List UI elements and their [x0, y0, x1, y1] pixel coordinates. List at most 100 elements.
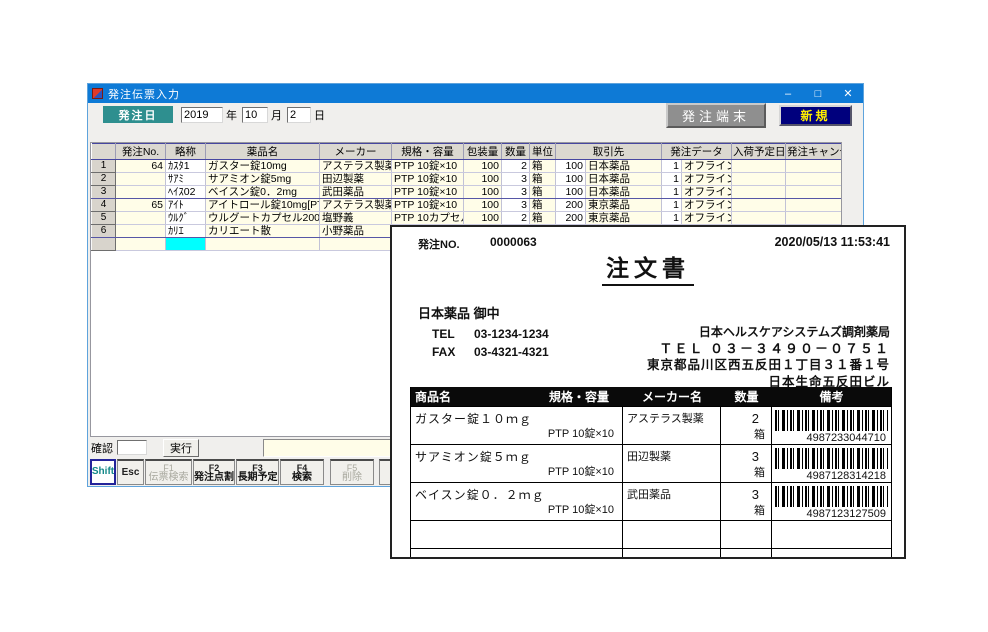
vendor-code-cell[interactable]: 100	[556, 186, 586, 199]
maker-cell[interactable]: 小野薬品	[320, 225, 392, 238]
fkey-f4[interactable]: F4 検索	[280, 459, 324, 485]
maker-cell[interactable]: 塩野義	[320, 212, 392, 225]
unit-cell[interactable]: 箱	[530, 186, 556, 199]
spec-cell[interactable]: PTP 10カプセル×10	[392, 212, 464, 225]
vendor-code-cell[interactable]: 100	[556, 160, 586, 173]
row-number-cell[interactable]: 6	[92, 225, 116, 238]
spec-cell[interactable]: PTP 10錠×10	[392, 186, 464, 199]
confirm-input[interactable]	[117, 440, 147, 455]
order-data-code-cell[interactable]: 1	[662, 160, 682, 173]
abbr-cell[interactable]	[166, 238, 206, 251]
abbr-cell[interactable]: ｻｱﾐ	[166, 173, 206, 186]
vendor-code-cell[interactable]: 200	[556, 212, 586, 225]
unit-cell[interactable]: 箱	[530, 199, 556, 212]
cancel-cell[interactable]	[786, 173, 842, 186]
order-data-code-cell[interactable]: 1	[662, 199, 682, 212]
maker-cell[interactable]: 田辺製薬	[320, 173, 392, 186]
maximize-button[interactable]: □	[803, 84, 833, 103]
qty-cell[interactable]: 3	[502, 186, 530, 199]
cancel-cell[interactable]	[786, 186, 842, 199]
pack-cell[interactable]: 100	[464, 212, 502, 225]
pack-cell[interactable]: 100	[464, 173, 502, 186]
row-number-cell[interactable]: 2	[92, 173, 116, 186]
pack-cell[interactable]: 100	[464, 186, 502, 199]
order-data-code-cell[interactable]: 1	[662, 212, 682, 225]
order-no-cell[interactable]	[116, 225, 166, 238]
row-number-cell[interactable]: 4	[92, 199, 116, 212]
fkey-f2[interactable]: F2 発注点割	[193, 459, 235, 485]
abbr-cell[interactable]: ｶｽﾀ1	[166, 160, 206, 173]
order-data-code-cell[interactable]: 1	[662, 173, 682, 186]
abbr-cell[interactable]: ｱｲﾄ	[166, 199, 206, 212]
drug-name-cell[interactable]: ガスター錠10mg	[206, 160, 320, 173]
vendor-name-cell[interactable]: 日本薬品	[586, 160, 662, 173]
qty-cell[interactable]: 2	[502, 212, 530, 225]
order-no-cell[interactable]	[116, 212, 166, 225]
pack-cell[interactable]: 100	[464, 160, 502, 173]
order-terminal-button[interactable]: 発注端末	[666, 103, 766, 128]
fkey-esc[interactable]: Esc	[117, 459, 144, 485]
vendor-code-cell[interactable]: 100	[556, 173, 586, 186]
spec-cell[interactable]: PTP 10錠×10	[392, 173, 464, 186]
order-data-cell[interactable]: オフライン	[682, 160, 732, 173]
arrival-date-cell[interactable]	[732, 173, 786, 186]
abbr-cell[interactable]: ｶﾘｴ	[166, 225, 206, 238]
abbr-cell[interactable]: ﾍｲｽ02	[166, 186, 206, 199]
row-number-cell[interactable]	[92, 238, 116, 251]
order-data-cell[interactable]: オフライン	[682, 199, 732, 212]
fkey-f1[interactable]: F1 伝票検索	[145, 459, 192, 485]
fkey-f3[interactable]: F3 長期予定	[236, 459, 279, 485]
order-no-cell[interactable]	[116, 173, 166, 186]
order-data-cell[interactable]: オフライン	[682, 173, 732, 186]
cancel-cell[interactable]	[786, 160, 842, 173]
row-number-cell[interactable]: 1	[92, 160, 116, 173]
order-month-input[interactable]	[242, 107, 268, 123]
row-number-cell[interactable]: 3	[92, 186, 116, 199]
order-data-code-cell[interactable]: 1	[662, 186, 682, 199]
spec-cell[interactable]: PTP 10錠×10	[392, 160, 464, 173]
drug-name-cell[interactable]	[206, 238, 320, 251]
order-no-cell[interactable]: 64	[116, 160, 166, 173]
minimize-button[interactable]: –	[773, 84, 803, 103]
order-day-input[interactable]	[287, 107, 311, 123]
arrival-date-cell[interactable]	[732, 212, 786, 225]
drug-name-cell[interactable]: カリエート散	[206, 225, 320, 238]
order-no-cell[interactable]	[116, 238, 166, 251]
cancel-cell[interactable]	[786, 212, 842, 225]
cancel-cell[interactable]	[786, 199, 842, 212]
fkey-f5[interactable]: F5 削除	[330, 459, 374, 485]
pack-cell[interactable]: 100	[464, 199, 502, 212]
maker-cell[interactable]: アステラス製薬	[320, 199, 392, 212]
drug-name-cell[interactable]: アイトロール錠10mg[PTP]	[206, 199, 320, 212]
drug-name-cell[interactable]: ウルグートカプセル200mg	[206, 212, 320, 225]
row-number-cell[interactable]: 5	[92, 212, 116, 225]
order-data-cell[interactable]: オフライン	[682, 212, 732, 225]
close-button[interactable]: ✕	[833, 84, 863, 103]
abbr-cell[interactable]: ｳﾙｸﾞ	[166, 212, 206, 225]
arrival-date-cell[interactable]	[732, 160, 786, 173]
vendor-name-cell[interactable]: 日本薬品	[586, 173, 662, 186]
maker-cell[interactable]: 武田薬品	[320, 186, 392, 199]
new-button[interactable]: 新規	[779, 105, 852, 126]
maker-cell[interactable]: アステラス製薬	[320, 160, 392, 173]
qty-cell[interactable]: 3	[502, 199, 530, 212]
qty-cell[interactable]: 3	[502, 173, 530, 186]
vendor-name-cell[interactable]: 東京薬品	[586, 199, 662, 212]
execute-button[interactable]: 実行	[163, 439, 199, 457]
vendor-name-cell[interactable]: 日本薬品	[586, 186, 662, 199]
order-no-cell[interactable]	[116, 186, 166, 199]
vendor-code-cell[interactable]: 200	[556, 199, 586, 212]
unit-cell[interactable]: 箱	[530, 160, 556, 173]
window-titlebar[interactable]: 発注伝票入力 – □ ✕	[88, 84, 863, 103]
maker-cell[interactable]	[320, 238, 392, 251]
drug-name-cell[interactable]: サアミオン錠5mg	[206, 173, 320, 186]
fkey-shift[interactable]: Shift	[90, 459, 116, 485]
arrival-date-cell[interactable]	[732, 199, 786, 212]
drug-name-cell[interactable]: ベイスン錠0．2mg	[206, 186, 320, 199]
order-year-input[interactable]	[181, 107, 223, 123]
qty-cell[interactable]: 2	[502, 160, 530, 173]
order-data-cell[interactable]: オフライン	[682, 186, 732, 199]
order-no-cell[interactable]: 65	[116, 199, 166, 212]
unit-cell[interactable]: 箱	[530, 212, 556, 225]
unit-cell[interactable]: 箱	[530, 173, 556, 186]
